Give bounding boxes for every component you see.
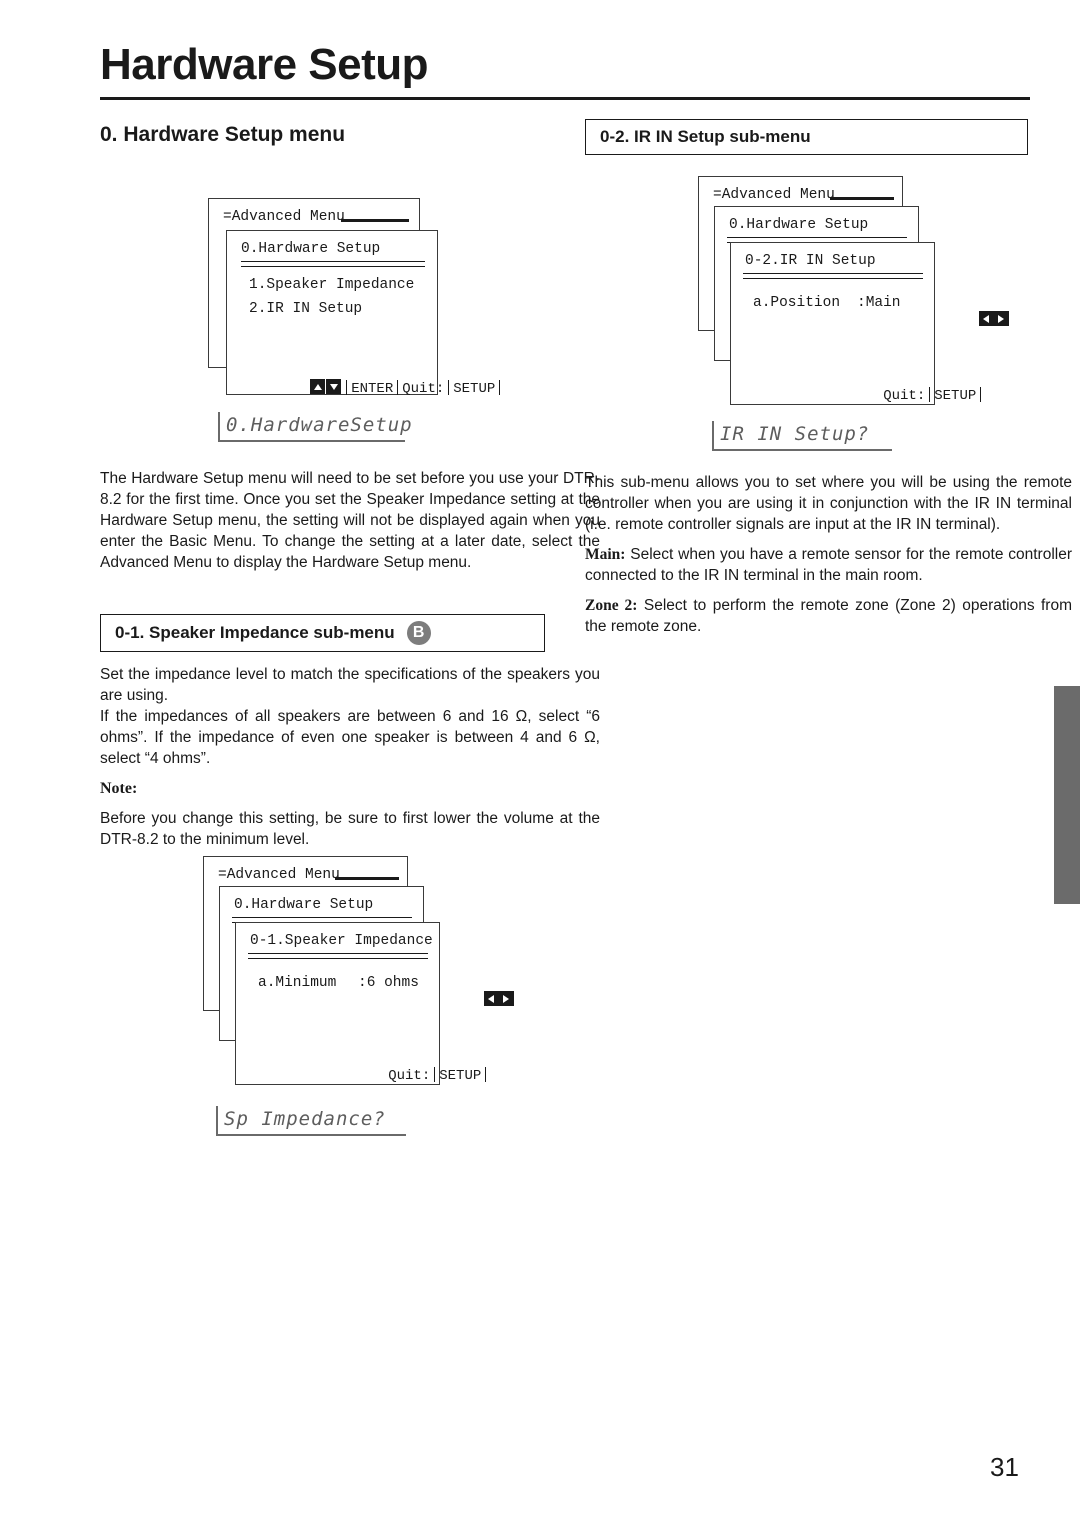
menu-window-hardware-setup: 0.Hardware Setup 1.Speaker Impedance 2.I… — [226, 230, 501, 397]
lcd-caption-hardware-setup: 0.HardwareSetup — [218, 412, 412, 442]
setting-label-minimum: a.Minimum — [258, 975, 337, 991]
footer-quit-label: Quit: — [402, 381, 445, 397]
window-title-hardware-setup: 0.Hardware Setup — [234, 897, 374, 913]
paragraph-set-impedance: Set the impedance level to match the spe… — [100, 666, 600, 704]
paragraph: The Hardware Setup menu will need to be … — [100, 470, 600, 571]
up-arrow-key-icon[interactable] — [310, 379, 326, 394]
footer-setup-label: SETUP — [439, 1068, 482, 1084]
divider — [448, 380, 450, 395]
menu-window-speaker-impedance: 0-1.Speaker Impedance a.Minimum :6 ohms … — [235, 922, 514, 1085]
divider — [485, 1067, 487, 1082]
paragraph-impedance-ranges: If the impedances of all speakers are be… — [100, 708, 600, 767]
diagram-hardware-setup-menu: =Advanced Menu 0.Hardware Setup 1.Speake… — [208, 198, 501, 398]
title-underline — [241, 261, 425, 267]
paragraph-intro: This sub-menu allows you to set where yo… — [585, 474, 1072, 533]
menu-item-speaker-impedance[interactable]: 1.Speaker Impedance — [249, 277, 414, 293]
window-title-advanced-menu: =Advanced Menu — [218, 867, 340, 883]
divider — [929, 387, 931, 402]
setting-value-minimum[interactable]: :6 ohms — [358, 975, 419, 991]
footer-setup-label: SETUP — [934, 388, 977, 404]
diagram-ir-in-setup: =Advanced Menu 0.Hardware Setup 0-2.IR I… — [698, 176, 1009, 405]
paragraph-zone2: Zone 2: Select to perform the remote zon… — [585, 595, 1072, 637]
left-right-arrow-keys[interactable] — [909, 295, 1010, 345]
section-heading-label: 0-1. Speaker Impedance sub-menu — [115, 623, 395, 642]
footer-setup-label: SETUP — [453, 381, 496, 397]
left-arrow-key-icon[interactable] — [483, 991, 499, 1006]
menu-window-ir-in-setup: 0-2.IR IN Setup a.Position :Main Quit: SE… — [730, 242, 1009, 405]
window-title-advanced-menu: =Advanced Menu — [713, 187, 835, 203]
menu-footer: Quit: SETUP — [321, 1051, 490, 1100]
right-arrow-key-icon[interactable] — [498, 991, 514, 1006]
note-label: Note: — [100, 780, 138, 797]
divider — [980, 387, 982, 402]
lcd-caption-speaker-impedance: Sp Impedance? — [216, 1106, 406, 1136]
paragraph-main: Main: Select when you have a remote sens… — [585, 544, 1072, 586]
setting-label-position: a.Position — [753, 295, 841, 311]
window-title-ir-in-setup: 0-2.IR IN Setup — [745, 253, 876, 269]
menu-item-ir-in-setup[interactable]: 2.IR IN Setup — [249, 301, 362, 317]
body-hardware-setup-menu: The Hardware Setup menu will need to be … — [100, 468, 600, 573]
label-main: Main: — [585, 546, 626, 563]
section-heading-hardware-setup-menu: 0. Hardware Setup menu — [100, 123, 346, 146]
page-number: 31 — [990, 1452, 1019, 1482]
document-page: Hardware Setup 0. Hardware Setup menu 0-… — [0, 0, 1080, 1528]
body-ir-in-setup: This sub-menu allows you to set where yo… — [585, 472, 1072, 637]
badge-b: B — [406, 621, 431, 645]
page-title: Hardware Setup — [100, 40, 428, 89]
note-body: Before you change this setting, be sure … — [100, 810, 600, 848]
divider — [346, 380, 348, 395]
divider — [434, 1067, 436, 1082]
right-arrow-key-icon[interactable] — [993, 311, 1009, 326]
menu-footer: ENTER Quit: SETUP — [243, 363, 504, 413]
text-zone2: Select to perform the remote zone (Zone … — [585, 597, 1072, 635]
diagram-speaker-impedance: =Advanced Menu 0.Hardware Setup 0-1.Spea… — [203, 856, 514, 1086]
section-heading-speaker-impedance: 0-1. Speaker Impedance sub-menu B — [100, 614, 545, 652]
section-heading-ir-in-setup: 0-2. IR IN Setup sub-menu — [585, 119, 1028, 155]
title-rule — [341, 219, 409, 222]
window-title-hardware-setup: 0.Hardware Setup — [241, 241, 381, 257]
window-title-hardware-setup: 0.Hardware Setup — [729, 217, 869, 233]
divider — [397, 380, 399, 395]
menu-footer: Quit: SETUP — [816, 371, 985, 420]
window-title-advanced-menu: =Advanced Menu — [223, 209, 345, 225]
title-underline — [743, 273, 923, 279]
divider — [499, 380, 501, 395]
left-arrow-key-icon[interactable] — [978, 311, 994, 326]
footer-quit-label: Quit: — [388, 1068, 431, 1084]
setting-value-position[interactable]: :Main — [857, 295, 901, 311]
title-rule — [830, 197, 894, 200]
label-zone2: Zone 2: — [585, 597, 638, 614]
body-speaker-impedance: Set the impedance level to match the spe… — [100, 664, 600, 850]
title-underline — [248, 953, 428, 959]
down-arrow-key-icon[interactable] — [326, 379, 342, 394]
window-title-speaker-impedance: 0-1.Speaker Impedance — [250, 933, 433, 949]
title-divider — [100, 97, 1030, 100]
footer-enter-label: ENTER — [351, 381, 394, 397]
title-rule — [335, 877, 399, 880]
lcd-caption-ir-in-setup: IR IN Setup? — [712, 421, 892, 451]
text-main: Select when you have a remote sensor for… — [585, 546, 1073, 584]
left-right-arrow-keys[interactable] — [414, 975, 515, 1025]
edge-tab-marker — [1054, 686, 1080, 904]
footer-quit-label: Quit: — [883, 388, 926, 404]
